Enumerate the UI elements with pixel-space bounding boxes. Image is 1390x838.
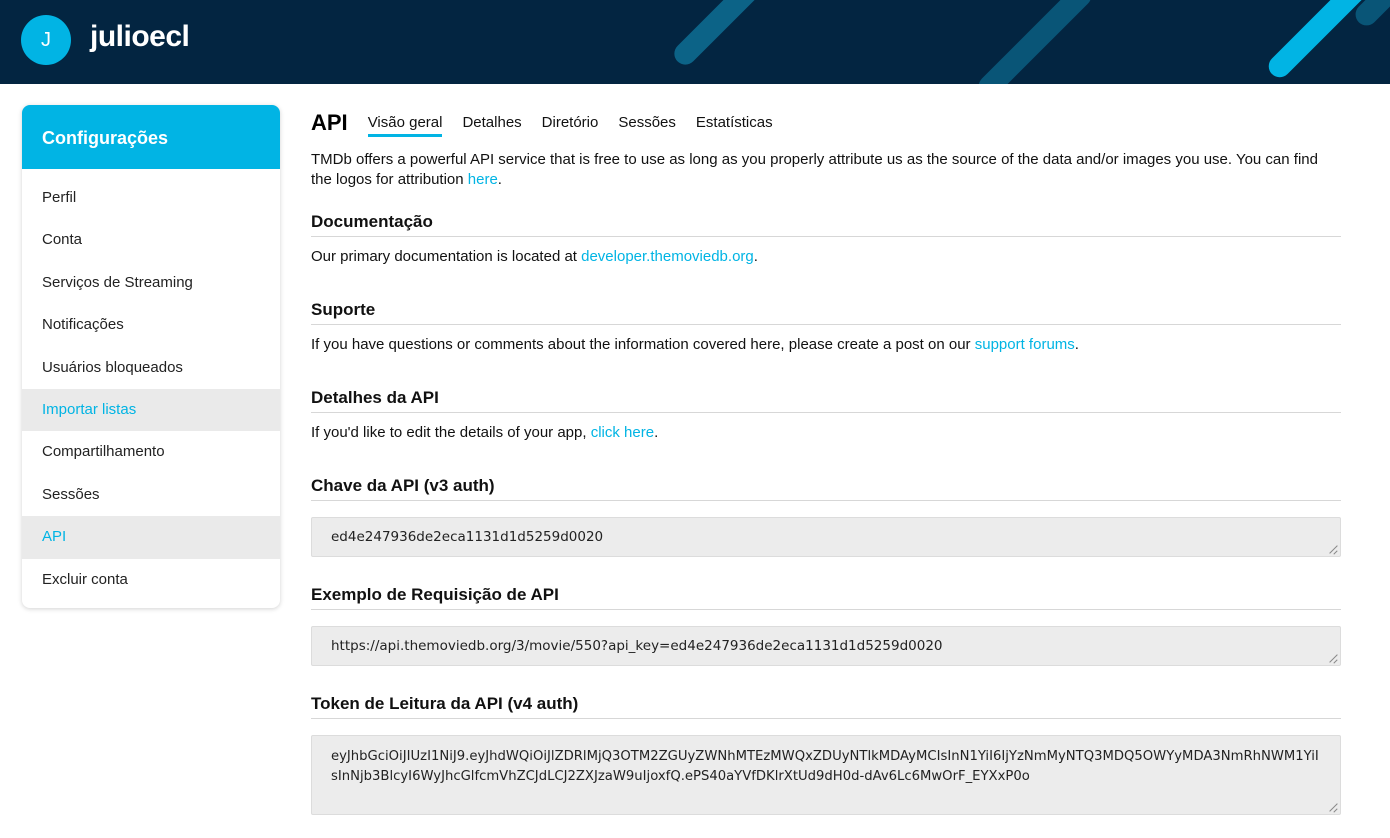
section-heading: Suporte [311,300,1341,325]
api-key-section: Chave da API (v3 auth) ed4e247936de2eca1… [311,476,1341,557]
section-heading: Exemplo de Requisição de API [311,585,1341,610]
read-token-value[interactable]: eyJhbGciOiJIUzI1NiJ9.eyJhdWQiOiJlZDRlMjQ… [331,749,1319,784]
support-body: If you have questions or comments about … [311,336,975,353]
support-after: . [1074,336,1079,353]
sidebar-item-notificacoes[interactable]: Notificações [22,304,280,346]
resize-handle-icon[interactable] [1329,803,1338,812]
sidebar-menu: Perfil Conta Serviços de Streaming Notif… [22,169,280,601]
page-title: API [311,110,348,135]
details-text: If you'd like to edit the details of you… [311,423,1341,443]
avatar[interactable]: J [21,15,71,65]
api-key-value[interactable]: ed4e247936de2eca1131d1d5259d0020 [331,529,603,545]
doc-after: . [753,248,758,265]
site-header: J julioecl [0,0,1390,84]
settings-sidebar: Configurações Perfil Conta Serviços de S… [22,105,280,608]
details-after: . [654,424,659,441]
sidebar-item-conta[interactable]: Conta [22,219,280,261]
tab-detalhes[interactable]: Detalhes [462,112,521,137]
tab-diretorio[interactable]: Diretório [542,112,599,137]
doc-body: Our primary documentation is located at [311,248,582,265]
api-key-field[interactable]: ed4e247936de2eca1131d1d5259d0020 [311,517,1341,557]
intro-text: TMDb offers a powerful API service that … [311,150,1341,190]
example-section: Exemplo de Requisição de API https://api… [311,585,1341,666]
sidebar-item-streaming[interactable]: Serviços de Streaming [22,262,280,304]
details-body: If you'd like to edit the details of you… [311,424,591,441]
header-decoration [669,0,771,70]
section-heading: Token de Leitura da API (v4 auth) [311,694,1341,719]
section-heading: Documentação [311,212,1341,237]
main-content: API Visão geral Detalhes Diretório Sessõ… [311,105,1341,815]
sidebar-title: Configurações [22,105,280,169]
username[interactable]: julioecl [90,20,190,54]
example-request-value[interactable]: https://api.themoviedb.org/3/movie/550?a… [331,638,943,654]
tab-sessoes[interactable]: Sessões [618,112,676,137]
tab-visao-geral[interactable]: Visão geral [367,112,443,137]
section-heading: Detalhes da API [311,388,1341,413]
example-request-field[interactable]: https://api.themoviedb.org/3/movie/550?a… [311,626,1341,666]
tab-bar: API Visão geral Detalhes Diretório Sessõ… [311,105,1341,137]
resize-handle-icon[interactable] [1329,545,1338,554]
read-token-field[interactable]: eyJhbGciOiJIUzI1NiJ9.eyJhdWQiOiJlZDRlMjQ… [311,735,1341,815]
sidebar-item-sessoes[interactable]: Sessões [22,474,280,516]
sidebar-item-api[interactable]: API [22,516,280,559]
support-forums-link[interactable]: support forums [975,336,1075,353]
resize-handle-icon[interactable] [1329,654,1338,663]
intro-after: . [497,171,502,188]
sidebar-item-bloqueados[interactable]: Usuários bloqueados [22,347,280,389]
sidebar-item-excluir[interactable]: Excluir conta [22,559,280,601]
support-text: If you have questions or comments about … [311,335,1341,355]
edit-app-link[interactable]: click here [591,424,654,441]
documentation-link[interactable]: developer.themoviedb.org [581,248,754,265]
sidebar-item-perfil[interactable]: Perfil [22,177,280,219]
attribution-link[interactable]: here [468,171,498,188]
sidebar-item-importar[interactable]: Importar listas [22,388,280,432]
intro-body: TMDb offers a powerful API service that … [311,151,1318,188]
support-section: Suporte If you have questions or comment… [311,300,1341,355]
api-details-section: Detalhes da API If you'd like to edit th… [311,388,1341,443]
section-heading: Chave da API (v3 auth) [311,476,1341,501]
token-section: Token de Leitura da API (v4 auth) eyJhbG… [311,694,1341,815]
sidebar-item-compartilhamento[interactable]: Compartilhamento [22,431,280,473]
documentation-text: Our primary documentation is located at … [311,247,1341,267]
tab-estatisticas[interactable]: Estatísticas [696,112,773,137]
header-decoration [974,0,1096,84]
documentation-section: Documentação Our primary documentation i… [311,212,1341,267]
